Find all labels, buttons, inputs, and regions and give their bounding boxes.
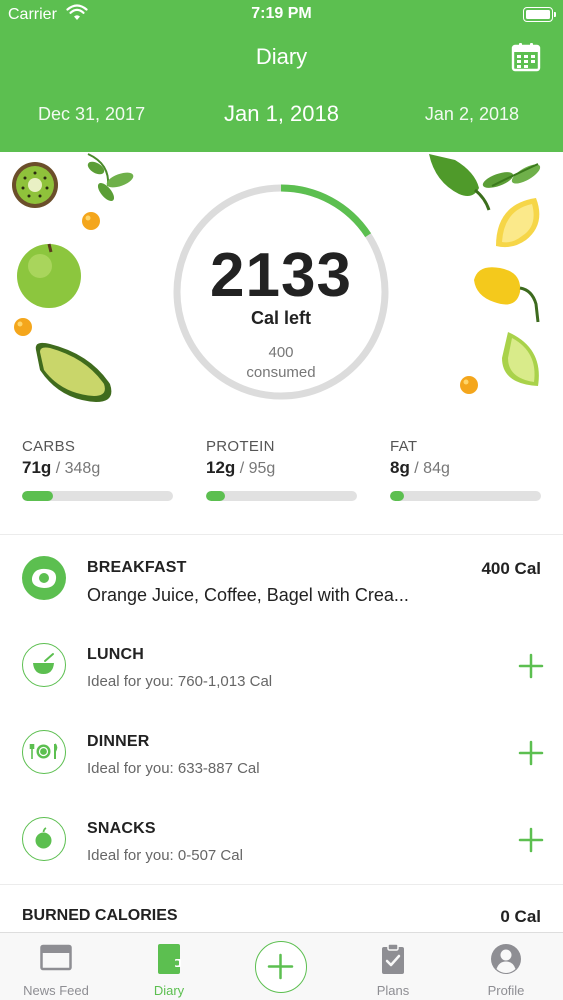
tab-plans[interactable]: Plans <box>337 933 449 1000</box>
apple-image <box>17 243 81 308</box>
meal-ideal-range: Ideal for you: 760-1,013 Cal <box>87 673 273 690</box>
tab-label: Diary <box>153 983 185 998</box>
macro-progress-fill <box>22 491 53 501</box>
plus-icon <box>267 953 294 980</box>
mint-leaves-image <box>482 163 541 188</box>
macro-name: PROTEIN <box>206 438 275 455</box>
meal-snacks[interactable]: SNACKS Ideal for you: 0-507 Cal <box>0 817 563 897</box>
berry-image <box>14 318 32 336</box>
date-selector: Dec 31, 2017 Jan 1, 2018 Jan 2, 2018 <box>0 101 563 138</box>
calories-left-label: Cal left <box>250 308 311 328</box>
burned-calories-row[interactable]: BURNED CALORIES 0 Cal <box>0 907 563 931</box>
kiwi-image <box>12 162 58 208</box>
person-icon <box>491 944 521 974</box>
meal-lunch[interactable]: LUNCH Ideal for you: 760-1,013 Cal <box>0 643 563 723</box>
divider <box>0 534 563 535</box>
calories-left-value: 2133 <box>210 241 352 310</box>
meal-title: BREAKFAST <box>87 559 187 576</box>
previous-date[interactable]: Dec 31, 2017 <box>38 104 145 125</box>
current-date[interactable]: Jan 1, 2018 <box>224 101 339 126</box>
macro-progress-fill <box>390 491 405 501</box>
battery-icon <box>523 7 556 22</box>
status-bar: Carrier 7:19 PM <box>0 0 563 30</box>
mint-leaves-image <box>87 153 134 202</box>
burned-calories-value: 0 Cal <box>500 907 541 926</box>
header-bar: Carrier 7:19 PM Diary Dec 31, 2017 Jan 1… <box>0 0 563 152</box>
add-entry-button[interactable] <box>255 941 307 993</box>
meal-dinner[interactable]: DINNER Ideal for you: 633-887 Cal <box>0 730 563 810</box>
tab-bar: News Feed Diary Plans Profile <box>0 932 563 1000</box>
macro-name: CARBS <box>22 438 76 455</box>
page-title: Diary <box>255 44 308 69</box>
meal-ideal-range: Ideal for you: 0-507 Cal <box>87 847 243 864</box>
tab-profile[interactable]: Profile <box>450 933 562 1000</box>
macro-total: / 348g <box>51 460 101 477</box>
macro-progress-bar <box>22 491 173 501</box>
divider <box>0 884 563 885</box>
macro-name: FAT <box>390 438 418 455</box>
add-snacks-plus-icon[interactable] <box>517 826 545 854</box>
add-lunch-plus-icon[interactable] <box>517 652 545 680</box>
macro-total: / 84g <box>409 460 450 477</box>
plate-icon <box>22 730 66 774</box>
macro-progress-bar <box>206 491 357 501</box>
tab-label: News Feed <box>23 983 89 998</box>
berry-image <box>82 212 100 230</box>
tab-label: Profile <box>487 983 525 998</box>
macro-protein[interactable]: PROTEIN 12g / 95g <box>206 438 357 501</box>
meal-title: DINNER <box>87 733 150 750</box>
calendar-icon[interactable] <box>511 42 541 72</box>
apple-icon <box>22 817 66 861</box>
status-time: 7:19 PM <box>251 5 312 22</box>
macro-carbs[interactable]: CARBS 71g / 348g <box>22 438 173 501</box>
egg-icon <box>22 556 66 600</box>
diary-icon <box>158 944 181 974</box>
burned-calories-label: BURNED CALORIES <box>22 907 178 924</box>
macro-value: 8g <box>390 458 410 477</box>
tab-label: Plans <box>376 983 410 998</box>
consumed-label: consumed <box>246 364 316 381</box>
macro-value: 71g <box>22 458 52 477</box>
habanero-image <box>474 267 540 323</box>
add-dinner-plus-icon[interactable] <box>517 739 545 767</box>
bowl-icon <box>22 643 66 687</box>
macro-total: / 95g <box>235 460 276 477</box>
meal-calories: 400 Cal <box>481 559 541 578</box>
tab-news-feed[interactable]: News Feed <box>0 933 112 1000</box>
clipboard-icon <box>382 943 404 974</box>
consumed-value: 400 <box>268 344 294 361</box>
tab-diary[interactable]: Diary <box>113 933 225 1000</box>
lemon-slice-image <box>496 198 540 248</box>
macros-panel: CARBS 71g / 348g PROTEIN 12g / 95g FAT 8… <box>22 438 542 508</box>
macro-progress-fill <box>206 491 226 501</box>
meal-title: LUNCH <box>87 646 144 663</box>
meal-breakfast[interactable]: BREAKFAST Orange Juice, Coffee, Bagel wi… <box>0 556 563 636</box>
avocado-image <box>35 342 112 402</box>
news-feed-icon <box>40 944 72 971</box>
calorie-summary: 2133 Cal left 400 consumed CARBS 71g / 3… <box>0 152 563 534</box>
meal-ideal-range: Ideal for you: 633-887 Cal <box>87 760 260 777</box>
next-date[interactable]: Jan 2, 2018 <box>425 104 519 125</box>
macro-progress-bar <box>390 491 541 501</box>
macro-value: 12g <box>206 458 236 477</box>
lime-image <box>502 332 539 386</box>
berry-image <box>460 376 478 394</box>
meal-items: Orange Juice, Coffee, Bagel with Crea... <box>87 585 409 605</box>
macro-fat[interactable]: FAT 8g / 84g <box>390 438 541 501</box>
meal-title: SNACKS <box>87 820 156 837</box>
